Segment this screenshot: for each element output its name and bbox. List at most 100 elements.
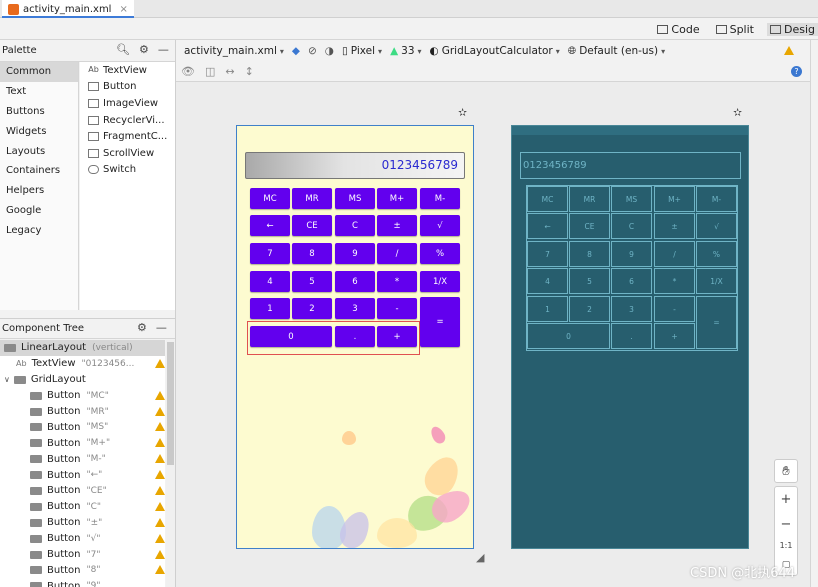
blueprint-button[interactable]: %	[696, 241, 737, 267]
widget-recyclerview[interactable]: RecyclerVi...	[80, 112, 175, 129]
blueprint-button[interactable]: MR	[569, 186, 610, 212]
gear-icon[interactable]: ⚙︎	[139, 43, 149, 56]
warning-icon[interactable]	[155, 438, 165, 448]
blueprint-button[interactable]: 7	[527, 241, 568, 267]
warning-icon[interactable]	[155, 422, 165, 432]
blueprint-button[interactable]: √	[696, 213, 737, 239]
blueprint-button[interactable]: -	[654, 296, 695, 322]
orientation-icon[interactable]: ⊘	[308, 45, 317, 57]
calc-button[interactable]: -	[377, 298, 417, 319]
tree-row[interactable]: Button "MS"	[0, 419, 165, 435]
tree-row[interactable]: Button "8"	[0, 562, 165, 578]
warning-icon[interactable]	[155, 406, 165, 416]
blueprint-button[interactable]: 6	[611, 268, 652, 294]
layers-icon[interactable]: ◆	[292, 45, 300, 57]
blueprint-button[interactable]: +	[654, 323, 695, 349]
blueprint-button[interactable]: 4	[527, 268, 568, 294]
tree-row[interactable]: Button "M-"	[0, 451, 165, 467]
height-arrow-icon[interactable]: ↕	[245, 65, 254, 78]
search-icon[interactable]: 🔍︎	[116, 43, 130, 56]
warning-icon[interactable]	[784, 46, 794, 55]
category-google[interactable]: Google	[0, 201, 78, 221]
tree-row[interactable]: Button "MR"	[0, 404, 165, 420]
tree-row[interactable]: Ab TextView "0123456...	[0, 356, 165, 372]
gear-icon[interactable]: ⚙︎	[137, 321, 147, 334]
category-common[interactable]: Common	[0, 62, 78, 82]
blueprint-button[interactable]: C	[611, 213, 652, 239]
blueprint-preview[interactable]: 0123456789 MC MR MS M+ M- ← CE C ± √ 7 8 9/% 4 5 6 * 1/X 1…	[511, 125, 749, 549]
file-dropdown[interactable]: activity_main.xml ▾	[184, 45, 284, 57]
warning-icon[interactable]	[155, 517, 165, 527]
widget-button[interactable]: Button	[80, 79, 175, 96]
blueprint-button[interactable]: M+	[654, 186, 695, 212]
night-mode-icon[interactable]: ◑	[325, 45, 334, 57]
category-buttons[interactable]: Buttons	[0, 102, 78, 122]
calc-button[interactable]: ←	[250, 215, 290, 236]
calc-button[interactable]: 0	[250, 326, 332, 347]
calc-button[interactable]: .	[335, 326, 375, 347]
blueprint-button[interactable]: *	[654, 268, 695, 294]
blueprint-button[interactable]: 3	[611, 296, 652, 322]
calc-button[interactable]: MC	[250, 188, 290, 209]
calc-button[interactable]: 1	[250, 298, 290, 319]
blueprint-button[interactable]: M-	[696, 186, 737, 212]
blueprint-button[interactable]: ←	[527, 213, 568, 239]
design-mode-button[interactable]: Desig	[766, 22, 818, 36]
tree-row[interactable]: Button "±"	[0, 515, 165, 531]
calc-button[interactable]: *	[377, 271, 417, 292]
blueprint-button[interactable]: 8	[569, 241, 610, 267]
warning-icon[interactable]	[155, 358, 165, 368]
zoom-out-button[interactable]: −	[781, 517, 792, 532]
blueprint-button[interactable]: ±	[654, 213, 695, 239]
category-text[interactable]: Text	[0, 82, 78, 102]
blueprint-button[interactable]: 9	[611, 241, 652, 267]
warning-icon[interactable]	[155, 533, 165, 543]
warning-icon[interactable]	[155, 549, 165, 559]
close-tab-icon[interactable]: ×	[119, 4, 127, 15]
warning-icon[interactable]	[155, 486, 165, 496]
calc-button[interactable]: C	[335, 215, 375, 236]
blueprint-button[interactable]: /	[654, 241, 695, 267]
calc-button[interactable]: ±	[377, 215, 417, 236]
calc-button[interactable]: MR	[292, 188, 332, 209]
split-mode-button[interactable]: Split	[713, 23, 757, 36]
category-containers[interactable]: Containers	[0, 161, 78, 181]
blueprint-button[interactable]: 2	[569, 296, 610, 322]
minimize-icon[interactable]: —	[156, 321, 167, 334]
chevron-down-icon[interactable]: ∨	[4, 375, 10, 384]
eye-icon[interactable]: 👁︎	[181, 65, 195, 78]
blueprint-button[interactable]: 1/X	[696, 268, 737, 294]
calc-button[interactable]: +	[377, 326, 417, 347]
calc-button[interactable]: M+	[377, 188, 417, 209]
widget-scrollview[interactable]: ScrollView	[80, 145, 175, 162]
warning-icon[interactable]	[155, 565, 165, 575]
tree-row[interactable]: Button "9"	[0, 578, 165, 587]
file-tab[interactable]: activity_main.xml ×	[2, 0, 134, 18]
attributes-strip[interactable]	[810, 40, 818, 587]
warning-icon[interactable]	[155, 390, 165, 400]
pin-icon[interactable]: ✫	[458, 106, 467, 119]
calc-button[interactable]: 1/X	[420, 271, 460, 292]
category-widgets[interactable]: Widgets	[0, 121, 78, 141]
calc-button[interactable]: CE	[292, 215, 332, 236]
theme-dropdown[interactable]: ◐ GridLayoutCalculator ▾	[430, 45, 560, 57]
tree-row[interactable]: Button "CE"	[0, 483, 165, 499]
category-helpers[interactable]: Helpers	[0, 181, 78, 201]
calc-button[interactable]: √	[420, 215, 460, 236]
calc-button[interactable]: 5	[292, 271, 332, 292]
blueprint-toggle-icon[interactable]: ◫	[205, 65, 215, 78]
calc-button[interactable]: 4	[250, 271, 290, 292]
widget-textview[interactable]: Ab TextView	[80, 62, 175, 79]
tree-row[interactable]: Button "←"	[0, 467, 165, 483]
pin-icon[interactable]: ✫	[733, 106, 742, 119]
blueprint-button[interactable]: =	[696, 296, 737, 349]
category-layouts[interactable]: Layouts	[0, 141, 78, 161]
blueprint-button[interactable]: CE	[569, 213, 610, 239]
blueprint-button[interactable]: .	[611, 323, 652, 349]
resize-handle-icon[interactable]: ◢	[476, 551, 484, 564]
blueprint-button[interactable]: 0	[527, 323, 610, 349]
widget-fragmentcontainer[interactable]: FragmentC...	[80, 128, 175, 145]
calc-button[interactable]: 8	[292, 243, 332, 264]
blueprint-button[interactable]: MS	[611, 186, 652, 212]
calc-button[interactable]: M-	[420, 188, 460, 209]
